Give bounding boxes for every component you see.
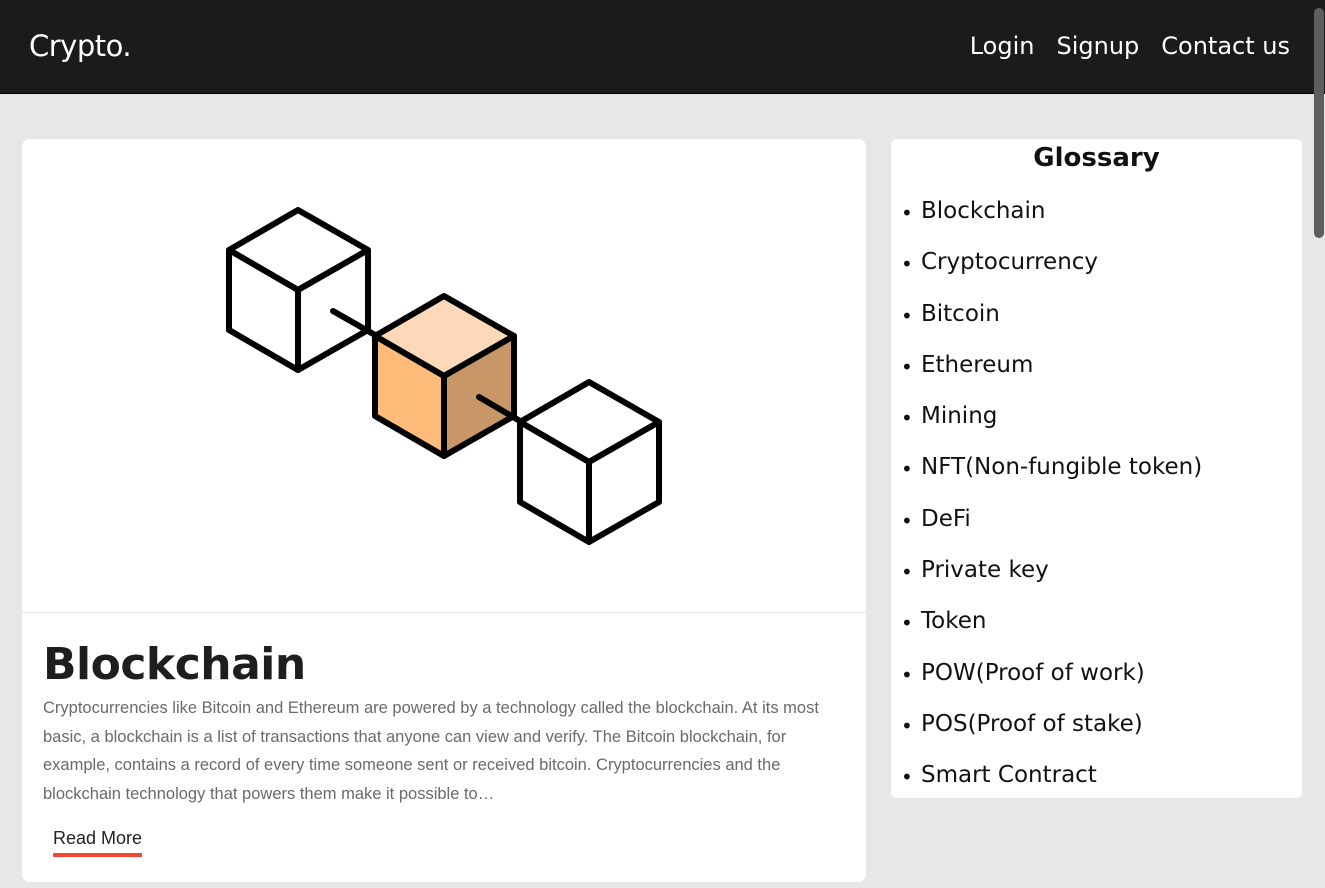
glossary-item-cryptocurrency[interactable]: • Cryptocurrency: [901, 249, 1202, 300]
scrollbar-thumb[interactable]: [1314, 8, 1324, 238]
brand-logo[interactable]: Crypto.: [29, 29, 132, 63]
glossary-item-mining[interactable]: • Mining: [901, 403, 1202, 454]
glossary-item-token[interactable]: • Token: [901, 608, 1202, 659]
glossary-item-defi[interactable]: • DeFi: [901, 506, 1202, 557]
page-scrollbar[interactable]: [1312, 0, 1325, 888]
glossary-panel: Glossary • Blockchain • Cryptocurrency • Bi…: [891, 139, 1302, 798]
glossary-item-pow[interactable]: • POW(Proof of work): [901, 660, 1202, 711]
blockchain-cubes-icon: [226, 207, 662, 545]
contact-link[interactable]: Contact us: [1161, 32, 1290, 60]
article-card: Blockchain Cryptocurrencies like Bitcoin…: [22, 139, 866, 882]
article-excerpt: Cryptocurrencies like Bitcoin and Ethere…: [43, 699, 819, 804]
glossary-item-bitcoin[interactable]: • Bitcoin: [901, 301, 1202, 352]
read-more-link[interactable]: Read More: [53, 828, 143, 857]
glossary-list: • Blockchain • Cryptocurrency • Bitcoin • Et…: [901, 198, 1202, 798]
login-link[interactable]: Login: [970, 32, 1035, 60]
nav-links: Login Signup Contact us: [970, 32, 1290, 60]
glossary-item-ethereum[interactable]: • Ethereum: [901, 352, 1202, 403]
glossary-item-nft[interactable]: • NFT(Non-fungible token): [901, 454, 1202, 505]
article-title: Blockchain: [43, 639, 306, 690]
navbar: Crypto. Login Signup Contact us: [0, 0, 1325, 94]
glossary-item-smart-contract[interactable]: • Smart Contract: [901, 762, 1202, 798]
glossary-item-pos[interactable]: • POS(Proof of stake): [901, 711, 1202, 762]
article-image: [22, 139, 866, 613]
glossary-item-private-key[interactable]: • Private key: [901, 557, 1202, 608]
glossary-item-blockchain[interactable]: • Blockchain: [901, 198, 1202, 249]
signup-link[interactable]: Signup: [1056, 32, 1139, 60]
glossary-title: Glossary: [1033, 143, 1160, 173]
